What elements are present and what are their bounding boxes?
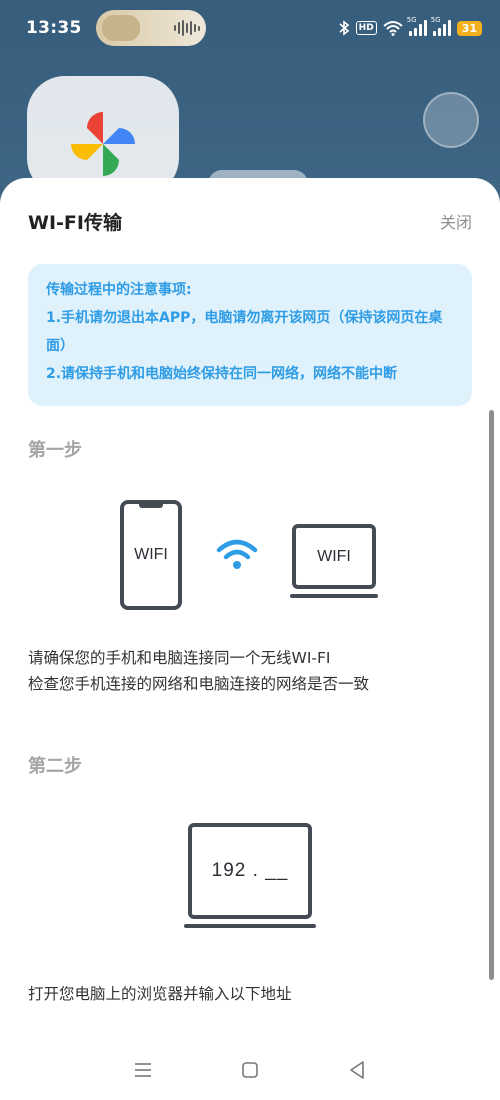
laptop-illustration: WIFI <box>292 524 376 589</box>
wifi-transfer-sheet: WI-FI传输 关闭 传输过程中的注意事项: 1.手机请勿退出本APP，电脑请勿… <box>0 178 500 1100</box>
sim2-label: 5G <box>430 16 441 24</box>
hd-badge: HD <box>355 21 377 35</box>
notice-item-1: 1.手机请勿退出本APP，电脑请勿离开该网页（保持该网页在桌面） <box>46 310 443 354</box>
home-icon <box>242 1062 258 1078</box>
status-time: 13:35 <box>26 18 82 38</box>
laptop-wifi-label: WIFI <box>317 547 351 565</box>
laptop-base-2 <box>184 924 316 928</box>
sheet-title: WI-FI传输 <box>28 212 122 234</box>
pinwheel-icon <box>71 112 135 176</box>
step2-title: 第二步 <box>28 756 82 777</box>
notice-item-2: 2.请保持手机和电脑始终保持在同一网络，网络不能中断 <box>46 366 398 382</box>
step1-title: 第一步 <box>28 440 82 461</box>
battery-icon: 31 <box>456 20 482 36</box>
laptop-base <box>290 594 378 598</box>
step1-line-2: 检查您手机连接的网络和电脑连接的网络是否一致 <box>28 675 370 693</box>
sim1-label: 5G <box>406 16 417 24</box>
home-button[interactable] <box>238 1058 262 1082</box>
audio-wave-icon <box>173 20 200 36</box>
nav-bar <box>0 1040 500 1100</box>
phone-wifi-label: WIFI <box>134 546 168 563</box>
scrollbar[interactable] <box>489 410 494 980</box>
wifi-icon <box>216 539 258 569</box>
close-button[interactable]: 关闭 <box>440 209 472 233</box>
status-icons: HD 5G 5G 31 <box>338 16 482 36</box>
laptop-illustration-2: 192 . __ <box>188 823 312 919</box>
back-icon <box>349 1061 364 1079</box>
notice-heading: 传输过程中的注意事项: <box>46 282 192 298</box>
step2-instruction: 打开您电脑上的浏览器并输入以下地址 <box>28 985 292 1003</box>
bg-app-icon[interactable] <box>423 92 479 148</box>
media-pill[interactable] <box>95 10 206 46</box>
menu-icon <box>135 1063 152 1077</box>
phone-notch <box>139 503 163 508</box>
phone-illustration: WIFI <box>120 500 182 610</box>
signal-icon-2: 5G <box>431 16 451 36</box>
back-button[interactable] <box>345 1058 369 1082</box>
status-bar: 13:35 HD 5G 5G 31 <box>0 0 500 56</box>
wifi-status-icon <box>383 21 403 36</box>
media-thumbnail <box>101 15 140 41</box>
bluetooth-icon <box>339 20 349 36</box>
step1-description: 请确保您的手机和电脑连接同一个无线WI-FI 检查您手机连接的网络和电脑连接的网… <box>28 645 369 697</box>
signal-icon: 5G <box>407 16 427 36</box>
notice-box: 传输过程中的注意事项: 1.手机请勿退出本APP，电脑请勿离开该网页（保持该网页… <box>28 264 472 406</box>
ip-address-hint: 192 . __ <box>211 860 289 881</box>
menu-button[interactable] <box>131 1058 155 1082</box>
step1-line-1: 请确保您的手机和电脑连接同一个无线WI-FI <box>28 649 331 667</box>
